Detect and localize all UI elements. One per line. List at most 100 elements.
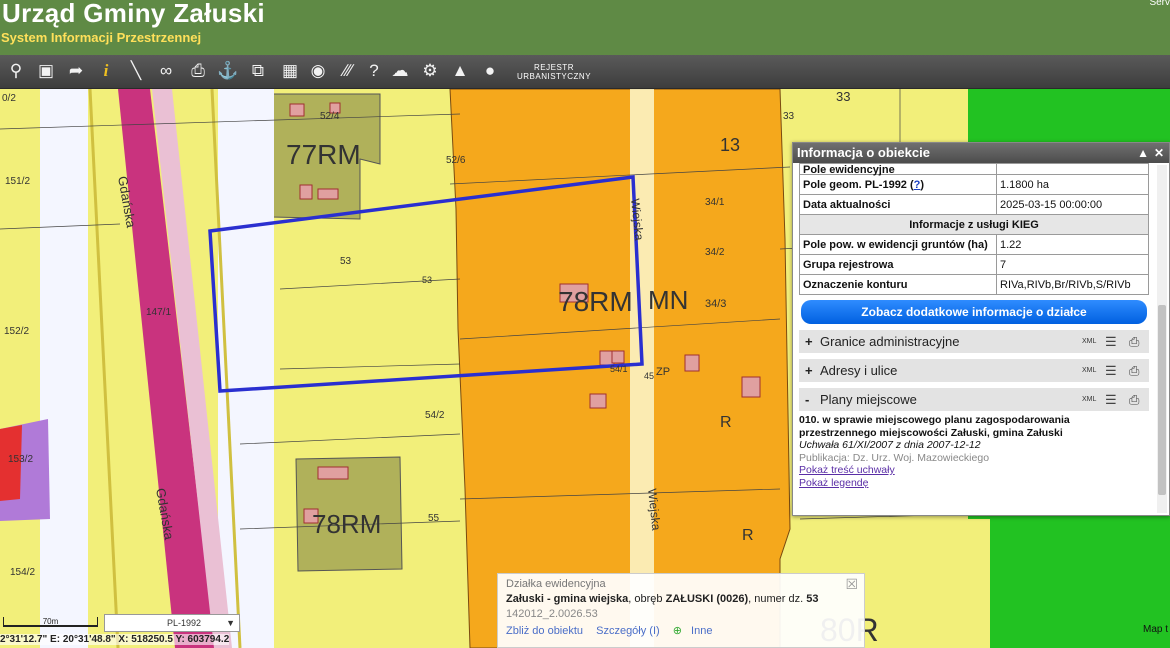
plan-title: 010. w sprawie miejscowego planu zagospo…: [799, 414, 1070, 439]
scrollbar-thumb[interactable]: [1158, 305, 1166, 495]
print-icon[interactable]: ⎙: [1129, 330, 1139, 353]
zone-label: 78RM: [312, 509, 381, 539]
parcel-popup: ☒ Działka ewidencyjna Załuski - gmina wi…: [497, 573, 865, 648]
link-icon[interactable]: ∞: [154, 59, 178, 83]
row-key: Pole geom. PL-1992 (: [803, 178, 914, 191]
help-icon[interactable]: ?: [362, 59, 386, 83]
zone-label: R: [742, 527, 754, 544]
app-header: Urząd Gminy Załuski System Informacji Pr…: [0, 0, 1170, 55]
table-row: Pole geom. PL-1992 (?) 1.1800 ha: [799, 174, 1149, 195]
map-label: 34/2: [705, 247, 725, 258]
list-icon[interactable]: ☰: [1105, 359, 1117, 382]
info-icon[interactable]: i: [94, 59, 118, 83]
list-icon[interactable]: ☰: [1105, 388, 1117, 411]
map-label: 55: [428, 513, 440, 524]
cloud-download-icon[interactable]: ☁: [388, 59, 412, 83]
collapse-icon[interactable]: ▲: [1137, 143, 1149, 163]
map-label: 152/2: [4, 326, 29, 337]
map-label: 52/6: [446, 155, 466, 166]
row-value: 1.1800 ha: [996, 174, 1149, 195]
settings-icon[interactable]: ⚙: [418, 59, 442, 83]
cursor-coordinates: 2°31'12.7" E: 20°31'48.8" X: 518250.5 Y:…: [0, 634, 230, 645]
map-label: 54/2: [425, 410, 445, 421]
plan-resolution: Uchwała 61/XI/2007 z dnia 2007-12-12: [799, 439, 981, 451]
map-label: 53: [422, 275, 432, 285]
zone-label: 77RM: [286, 139, 361, 170]
panel-scrollbar[interactable]: [1157, 165, 1167, 513]
other-link[interactable]: Inne: [691, 625, 712, 637]
xml-link[interactable]: XML: [1082, 330, 1096, 353]
map-label: 34/3: [705, 298, 726, 310]
popup-parcel-line: Załuski - gmina wiejska, obręb ZAŁUSKI (…: [506, 593, 819, 605]
copy-icon[interactable]: ⧉: [246, 59, 270, 83]
table-row: Data aktualności 2025-03-15 00:00:00: [799, 194, 1149, 215]
map-label: 54/1: [610, 364, 628, 374]
more-parcel-info-button[interactable]: Zobacz dodatkowe informacje o działce: [801, 300, 1147, 324]
projection-select[interactable]: PL-1992 ▼: [104, 614, 240, 632]
zone-label: MN: [648, 285, 688, 315]
pointer-icon[interactable]: ➦: [64, 59, 88, 83]
app-title: Urząd Gminy Załuski: [2, 0, 265, 28]
print-icon[interactable]: ⎙: [1129, 388, 1139, 411]
print-icon[interactable]: ⎙: [186, 59, 210, 83]
zone-label: ZP: [656, 366, 670, 378]
zoom-to-object-link[interactable]: Zbliż do obiektu: [506, 625, 583, 637]
object-info-panel: Informacja o obiekcie ▲ ✕ Pole ewidencyj…: [792, 142, 1170, 516]
xml-link[interactable]: XML: [1082, 359, 1096, 382]
popup-links: Zbliż do obiektu Szczegóły (I) ⊕ Inne: [506, 624, 856, 637]
table-row: Pole ewidencyjne: [799, 163, 1149, 176]
table-row: Pole pow. w ewidencji gruntów (ha) 1.22: [799, 234, 1149, 255]
table-row: Grupa rejestrowa 7: [799, 254, 1149, 275]
plan-details: 010. w sprawie miejscowego planu zagospo…: [799, 414, 1149, 489]
zoom-icon[interactable]: ⚲: [4, 59, 28, 83]
panel-title: Informacja o obiekcie: [797, 145, 930, 160]
section-admin-boundaries[interactable]: + Granice administracyjne XML ☰ ⎙: [799, 330, 1149, 353]
comment-icon[interactable]: ◉: [306, 59, 330, 83]
map-credit[interactable]: Map t: [1143, 624, 1168, 635]
close-icon[interactable]: ✕: [1154, 143, 1164, 163]
legend-link[interactable]: Pokaż legendę: [799, 477, 1149, 490]
chevron-down-icon: ▼: [226, 618, 235, 628]
map-label: 34/1: [705, 197, 725, 208]
map-label: 13: [720, 135, 740, 155]
map-label: 33: [836, 89, 850, 104]
map-label: 53: [340, 256, 352, 267]
section-addresses[interactable]: + Adresy i ulice XML ☰ ⎙: [799, 359, 1149, 382]
attributes-table: Pole ewidencyjne Pole geom. PL-1992 (?) …: [799, 163, 1149, 295]
map-label: 154/2: [10, 567, 35, 578]
terrain-icon[interactable]: ▲: [448, 59, 472, 83]
plan-publication: Publikacja: Dz. Urz. Woj. Mazowieckiego: [799, 451, 990, 464]
zone-label: 78RM: [558, 286, 633, 317]
table-section-row: Informacje z usługi KIEG: [799, 214, 1149, 235]
layout-icon[interactable]: ▦: [278, 59, 302, 83]
measure-icon[interactable]: ╲: [124, 59, 148, 83]
map-label: 33: [783, 111, 795, 122]
xml-link[interactable]: XML: [1082, 388, 1096, 411]
map-label: 45: [644, 371, 654, 381]
resolution-text-link[interactable]: Pokaż treść uchwały: [799, 464, 1149, 477]
scale-bar: 70m: [3, 617, 98, 627]
details-link[interactable]: Szczegóły (I): [596, 625, 660, 637]
toolbar: ⚲ ▣ ➦ i ╲ ∞ ⎙ ⚓ ⧉ ▦ ◉ ∕∕∕ ? ☁ ⚙ ▲ ● REJE…: [0, 55, 1170, 89]
panel-header: Informacja o obiekcie ▲ ✕: [793, 143, 1169, 163]
section-local-plans[interactable]: - Plany miejscowe XML ☰ ⎙: [799, 388, 1149, 411]
close-icon[interactable]: ☒: [845, 576, 858, 593]
zone-label: R: [720, 414, 732, 431]
registry-button[interactable]: REJESTR URBANISTYCZNY: [512, 63, 596, 81]
plus-circle-icon[interactable]: ⊕: [673, 625, 682, 637]
hatch-icon[interactable]: ∕∕∕: [336, 59, 360, 83]
print-icon[interactable]: ⎙: [1129, 359, 1139, 382]
map-label: 52/4: [320, 111, 340, 122]
pin-icon[interactable]: ⚓: [216, 59, 240, 83]
table-row: Oznaczenie konturu RIVa,RIVb,Br/RIVb,S/R…: [799, 274, 1149, 295]
parcel-id: 142012_2.0026.53: [506, 608, 598, 620]
map-label: 0/2: [2, 93, 16, 104]
header-corner-text[interactable]: Serv: [1149, 0, 1170, 8]
map-label: 153/2: [8, 454, 33, 465]
list-icon[interactable]: ☰: [1105, 330, 1117, 353]
map-label: 147/1: [146, 307, 171, 318]
app-subtitle: System Informacji Przestrzennej: [1, 30, 202, 45]
chat-icon[interactable]: ●: [478, 59, 502, 83]
zoom-extent-icon[interactable]: ▣: [34, 59, 58, 83]
map-label: 151/2: [5, 176, 30, 187]
